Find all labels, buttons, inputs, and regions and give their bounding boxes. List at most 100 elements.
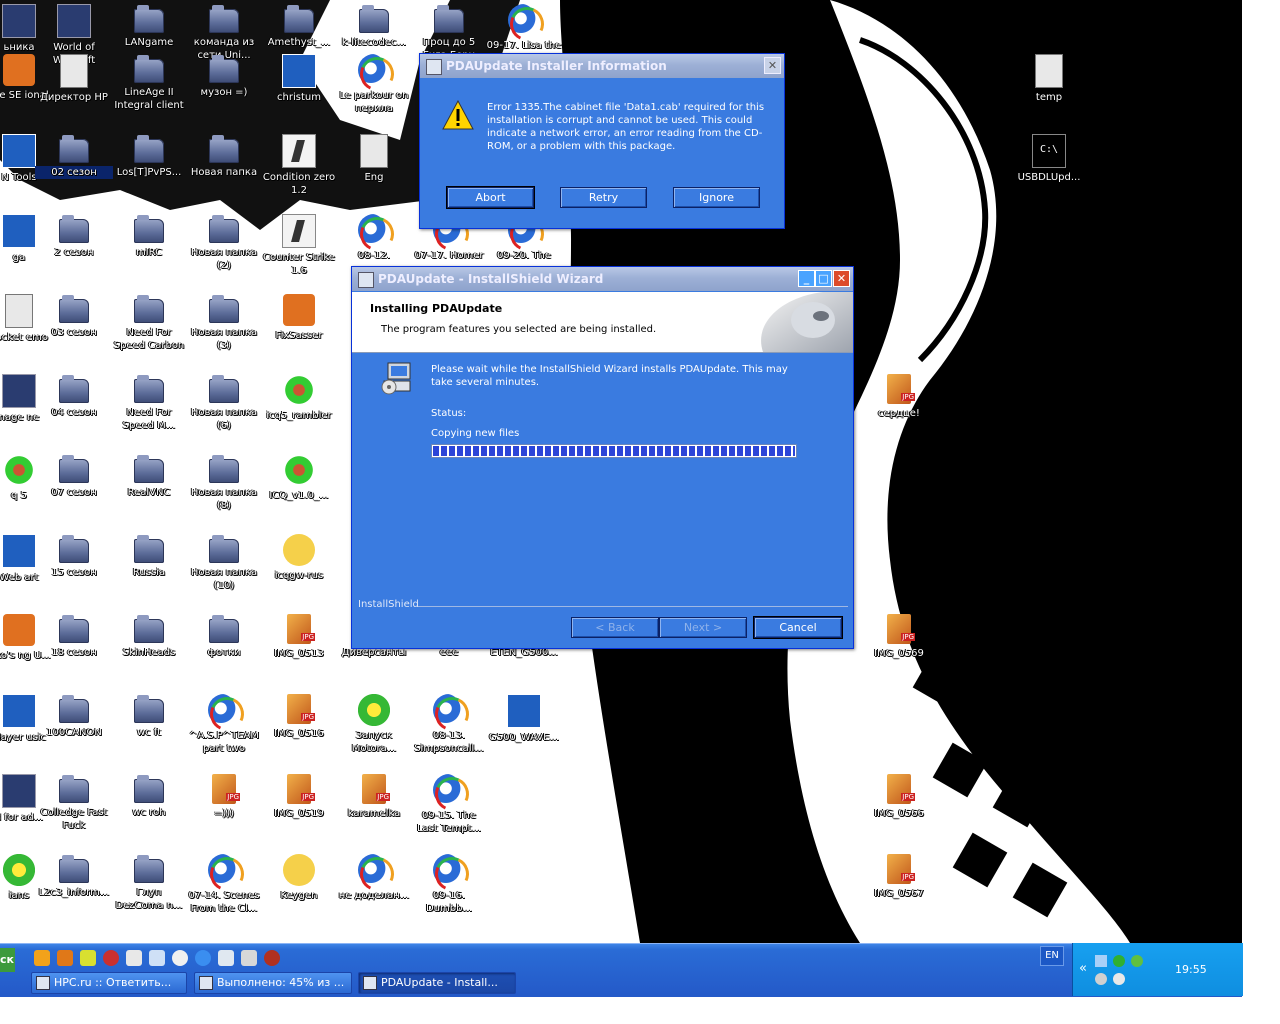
virus-icon[interactable]	[264, 950, 280, 966]
desktop-icon[interactable]: IMG_0519	[260, 774, 338, 820]
desktop-icon[interactable]: LANgame	[110, 4, 188, 49]
desktop-icon[interactable]: wc roh	[110, 774, 188, 819]
desktop-icon[interactable]: 09-15. The Last Tempt...	[410, 774, 488, 835]
abort-button[interactable]: Abort	[446, 186, 535, 209]
desktop-icon[interactable]: G500_WAVE...	[485, 694, 563, 744]
maximize-icon[interactable]: □	[815, 270, 832, 287]
desktop-icon[interactable]: 08-12.	[335, 214, 413, 262]
desktop-icon[interactable]: icq5_rambler	[260, 374, 338, 422]
desktop-icon[interactable]: Need For Speed Carbon	[110, 294, 188, 352]
desktop-icon[interactable]: LineAge II Integral client	[110, 54, 188, 112]
cancel-button[interactable]: Cancel	[753, 616, 843, 639]
desktop-icon[interactable]: wc ft	[110, 694, 188, 739]
desktop-icon[interactable]: L2c3_inform...	[35, 854, 113, 899]
desktop-icon[interactable]: Новая папка (8)	[185, 454, 263, 512]
cmd-icon: C:\	[1032, 134, 1066, 168]
desktop-icon[interactable]: Le parkour on перила	[335, 54, 413, 115]
desktop-icon[interactable]: =)))	[185, 774, 263, 820]
desktop-icon[interactable]: Amethyst_...	[260, 4, 338, 49]
desktop-icon[interactable]: Russia	[110, 534, 188, 579]
desktop-icon[interactable]: IMG_0567	[860, 854, 938, 900]
player-icon[interactable]	[172, 950, 188, 966]
desktop-icon[interactable]: 18 сезон	[35, 614, 113, 659]
error-dialog-titlebar[interactable]: PDAUpdate Installer Information ✕	[420, 54, 784, 78]
taskbar-button-pdaupdate[interactable]: PDAUpdate - Install...	[358, 972, 516, 994]
desktop-icon[interactable]: 02 сезон	[35, 134, 113, 179]
sync-icon[interactable]	[1113, 955, 1125, 967]
desktop-icon[interactable]: Colledge Fast Fuck	[35, 774, 113, 832]
language-indicator[interactable]: EN	[1040, 946, 1064, 966]
desktop-icon[interactable]: SkinHeads	[110, 614, 188, 659]
desktop-icon[interactable]: ICQ_v1.0_...	[260, 454, 338, 502]
desktop-icon[interactable]: Запуск Motora...	[335, 694, 413, 755]
desktop-icon[interactable]: музон =)	[185, 54, 263, 99]
start-button[interactable]: ск	[0, 948, 15, 972]
antivirus-icon[interactable]	[1131, 955, 1143, 967]
desktop-icon[interactable]: FixSasser	[260, 294, 338, 342]
ie-icon[interactable]	[195, 950, 211, 966]
desktop-icon[interactable]: 07-14. Scenes From the Cl...	[185, 854, 263, 915]
desktop-icon[interactable]: 03 сезон	[35, 294, 113, 339]
desktop-icon[interactable]: Новая папка	[185, 134, 263, 179]
calendar-icon[interactable]	[126, 950, 142, 966]
desktop-icon[interactable]: Keygen	[260, 854, 338, 902]
desktop-icon[interactable]: Condition zero 1.2	[260, 134, 338, 197]
network-icon[interactable]	[1095, 955, 1107, 967]
desktop-icon[interactable]: не доделан...	[335, 854, 413, 902]
files-icon[interactable]	[218, 950, 234, 966]
desktop-icon[interactable]: IMG_0513	[260, 614, 338, 660]
desktop-icon[interactable]: ^A.S.P^TEAM part two	[185, 694, 263, 755]
desktop-icon[interactable]: 09-16. Dumbb...	[410, 854, 488, 915]
ignore-button[interactable]: Ignore	[673, 187, 760, 208]
desktop-icon[interactable]: icqgw-rus	[260, 534, 338, 582]
desktop-icon[interactable]: mIRC	[110, 214, 188, 259]
desktop-icon[interactable]: RealVNC	[110, 454, 188, 499]
opera-icon[interactable]	[103, 950, 119, 966]
desktop-icon[interactable]: 2 сезон	[35, 214, 113, 259]
folder-icon	[59, 855, 89, 883]
window-icon[interactable]	[241, 950, 257, 966]
desktop-icon[interactable]: IMG_0566	[860, 774, 938, 820]
close-icon[interactable]: ✕	[833, 270, 850, 287]
desktop-icon[interactable]: IMG_0516	[260, 694, 338, 740]
desktop-icon[interactable]: Counter Strike 1.6	[260, 214, 338, 277]
document-icon[interactable]	[149, 950, 165, 966]
desktop-icon[interactable]: фотки	[185, 614, 263, 659]
desktop-icon[interactable]: Need For Speed M...	[110, 374, 188, 432]
desktop-icon[interactable]: 08-13. Simpsoncall...	[410, 694, 488, 755]
browser-icon[interactable]	[34, 950, 50, 966]
desktop-icon[interactable]: сердце!	[860, 374, 938, 420]
desktop-icon[interactable]: Eng	[335, 134, 413, 184]
desktop-icon[interactable]: k-litecodec...	[335, 4, 413, 49]
volume-icon[interactable]	[1095, 973, 1107, 985]
agent-icon[interactable]	[1113, 973, 1125, 985]
app-icon[interactable]	[80, 950, 96, 966]
desktop-icon[interactable]: 15 сезон	[35, 534, 113, 579]
desktop-icon[interactable]: 04 сезон	[35, 374, 113, 419]
back-button[interactable]: < Back	[571, 617, 659, 638]
taskbar-button-download[interactable]: Выполнено: 45% из ...	[194, 972, 352, 994]
desktop-icon[interactable]: C:\ USBDLUpd...	[1010, 134, 1088, 184]
desktop-icon[interactable]: christum	[260, 54, 338, 104]
close-icon[interactable]: ✕	[764, 57, 781, 74]
desktop-icon[interactable]: 100CANON	[35, 694, 113, 739]
desktop-icon[interactable]: IMG_0569	[860, 614, 938, 660]
desktop-icon[interactable]: Глуп DezComa n...	[110, 854, 188, 912]
desktop-icon[interactable]: Новая папка (10)	[185, 534, 263, 592]
desktop-icon[interactable]: Новая папка (2)	[185, 214, 263, 272]
desktop-icon[interactable]: Новая папка (3)	[185, 294, 263, 352]
minimize-icon[interactable]: _	[798, 270, 815, 287]
clock[interactable]: 19:55	[1175, 963, 1207, 976]
next-button[interactable]: Next >	[659, 617, 747, 638]
desktop-icon[interactable]: Los[T]PvPS...	[110, 134, 188, 179]
desktop-icon[interactable]: temp	[1010, 54, 1088, 104]
retry-button[interactable]: Retry	[560, 187, 647, 208]
media-icon[interactable]	[57, 950, 73, 966]
wizard-titlebar[interactable]: PDAUpdate - InstallShield Wizard _ □ ✕	[352, 267, 853, 291]
desktop-icon[interactable]: karamelka	[335, 774, 413, 820]
tray-expand-icon[interactable]: «	[1079, 961, 1087, 976]
desktop-icon[interactable]: Новая папка (6)	[185, 374, 263, 432]
desktop-icon[interactable]: Директор НР	[35, 54, 113, 104]
desktop-icon[interactable]: 07 сезон	[35, 454, 113, 499]
taskbar-button-hpc[interactable]: HPC.ru :: Ответить...	[31, 972, 187, 994]
